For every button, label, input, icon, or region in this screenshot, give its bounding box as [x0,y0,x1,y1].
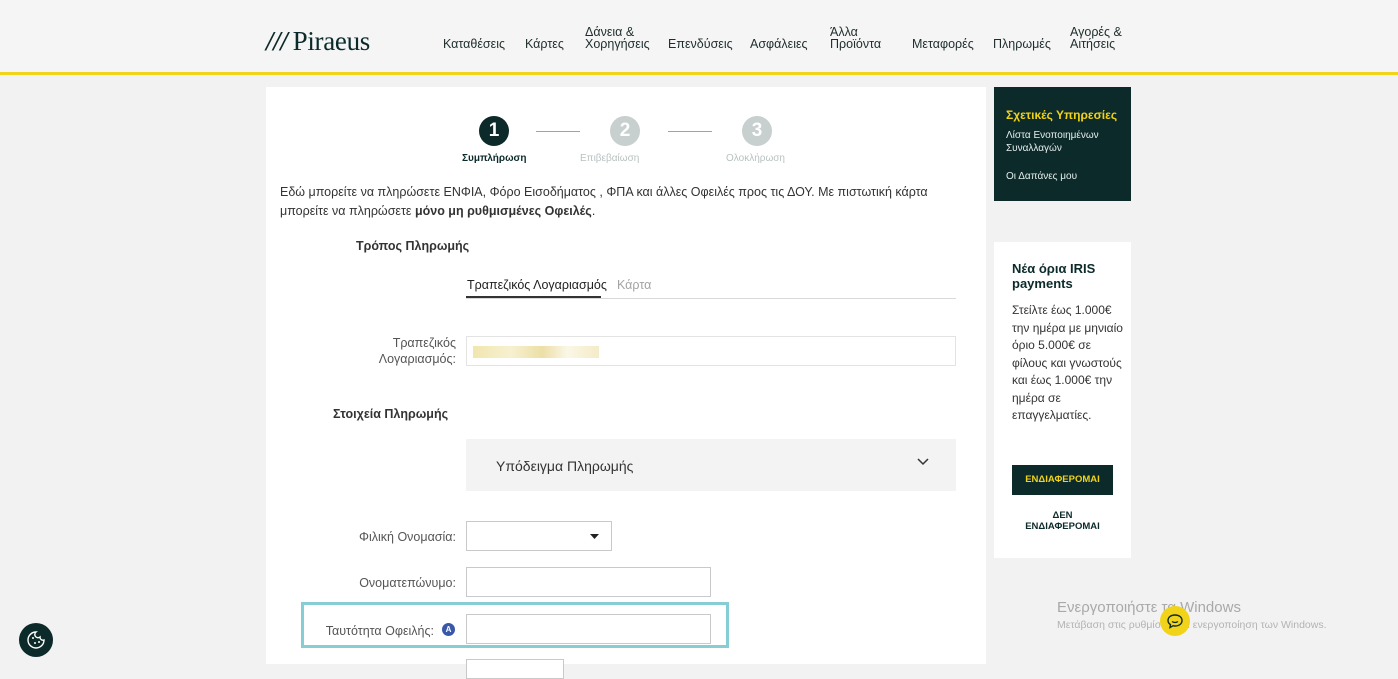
interested-button[interactable]: ΕΝΔΙΑΦΕΡΟΜΑΙ [1012,465,1113,495]
nav-payments[interactable]: Πληρωμές [993,38,1051,51]
next-field-input[interactable] [466,659,564,679]
step-2-label: Επιβεβαίωση [580,153,640,164]
related-services-title: Σχετικές Υπηρεσίες [1006,108,1118,122]
chevron-down-icon [917,458,929,466]
chat-icon [1167,614,1183,629]
fullname-input[interactable] [466,567,711,597]
info-icon[interactable]: A [442,623,455,636]
payment-template-label: Υπόδειγμα Πληρωμής [496,458,634,474]
cookie-icon [27,631,45,649]
iris-promo-body: Στείλτε έως 1.000€ την ημέρα με μηνιαίο … [1012,303,1123,422]
top-header: ///Piraeus Καταθέσεις Κάρτες Δάνεια & Χο… [0,0,1398,75]
nav-investments[interactable]: Επενδύσεις [668,38,733,51]
payment-method-heading: Τρόπος Πληρωμής [356,239,470,253]
windows-watermark-subtitle: Μετάβαση στις ρυθμίσεις για ενεργοποίηση… [1057,619,1327,631]
nav-loans[interactable]: Δάνεια & Χορηγήσεις [585,26,650,51]
caret-down-icon [590,534,599,539]
piraeus-logo[interactable]: ///Piraeus [266,26,370,57]
nickname-label: Φιλική Ονομασία: [359,530,456,544]
nav-deposits[interactable]: Καταθέσεις [443,38,505,51]
iris-promo-title: Νέα όρια IRIS payments [1012,261,1096,291]
nav-other-products[interactable]: Άλλα Προϊόντα [830,26,881,51]
step-3-circle: 3 [742,116,772,146]
iris-promo-card: Νέα όρια IRIS payments Στείλτε έως 1.000… [994,242,1131,558]
fullname-label: Ονοματεπώνυμο: [359,576,456,590]
tabs-divider [466,298,956,299]
nav-purchases[interactable]: Αγορές & Αιτήσεις [1070,26,1122,51]
tab-bank-account[interactable]: Τραπεζικός Λογαριασμός [467,278,607,292]
cookie-settings-button[interactable] [19,623,53,657]
bank-account-select[interactable] [466,336,956,366]
step-1-circle: 1 [479,116,509,146]
nav-transfers[interactable]: Μεταφορές [912,38,974,51]
step-2-circle: 2 [610,116,640,146]
chat-button[interactable] [1160,606,1190,636]
payment-details-heading: Στοιχεία Πληρωμής [333,407,449,421]
nav-cards[interactable]: Κάρτες [525,38,564,51]
intro-text: Εδώ μπορείτε να πληρώσετε ΕΝΦΙΑ, Φόρο Ει… [280,185,928,218]
payment-template-accordion[interactable]: Υπόδειγμα Πληρωμής [466,439,956,491]
step-3-label: Ολοκλήρωση [726,153,785,164]
debt-id-label: Ταυτότητα Οφειλής: [325,624,434,638]
windows-watermark-title: Ενεργοποιήστε τα Windows [1057,599,1241,616]
account-label: Τραπεζικός Λογαριασμός: [378,336,456,366]
nickname-dropdown[interactable] [466,521,612,551]
consolidated-transactions-link[interactable]: Λίστα Ενοποιημένων Συναλλαγών [1006,129,1099,155]
step-connector [536,131,580,132]
not-interested-button[interactable]: ΔΕΝ ΕΝΔΙΑΦΕΡΟΜΑΙ [1012,510,1113,532]
redacted-account-value [473,346,599,358]
debt-id-input[interactable] [466,614,711,644]
my-expenses-link[interactable]: Οι Δαπάνες μου [1006,170,1077,183]
tab-card[interactable]: Κάρτα [617,278,651,292]
nav-insurance[interactable]: Ασφάλειες [750,38,808,51]
related-services-panel: Σχετικές Υπηρεσίες Λίστα Ενοποιημένων Συ… [994,87,1131,201]
step-1-label: Συμπλήρωση [462,153,527,164]
step-connector [668,131,712,132]
active-tab-indicator [466,296,601,298]
